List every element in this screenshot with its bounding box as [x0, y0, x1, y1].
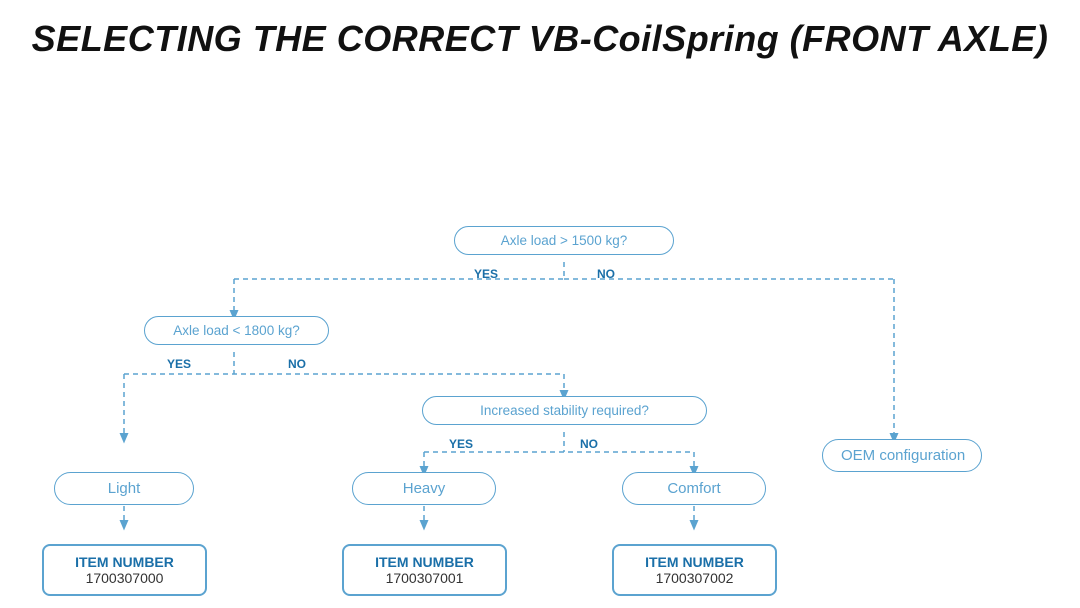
d1-no-label: NO	[597, 267, 615, 281]
item-label-1: ITEM NUMBER	[54, 554, 195, 570]
item-label-3: ITEM NUMBER	[624, 554, 765, 570]
d3-no-label: NO	[580, 437, 598, 451]
diagram: Axle load > 1500 kg? YES NO Axle load < …	[24, 84, 1056, 544]
page-title: SELECTING THE CORRECT VB-CoilSpring (FRO…	[24, 18, 1056, 60]
result-heavy: Heavy	[352, 472, 496, 505]
item-box-3: ITEM NUMBER 1700307002	[612, 544, 777, 596]
item-box-1: ITEM NUMBER 1700307000	[42, 544, 207, 596]
item-number-2: 1700307001	[354, 570, 495, 586]
page: SELECTING THE CORRECT VB-CoilSpring (FRO…	[0, 0, 1080, 608]
decision-2: Axle load < 1800 kg?	[144, 316, 329, 345]
item-label-2: ITEM NUMBER	[354, 554, 495, 570]
item-number-1: 1700307000	[54, 570, 195, 586]
result-comfort: Comfort	[622, 472, 766, 505]
result-oem: OEM configuration	[822, 439, 982, 472]
item-box-2: ITEM NUMBER 1700307001	[342, 544, 507, 596]
d1-yes-label: YES	[474, 267, 498, 281]
d3-yes-label: YES	[449, 437, 473, 451]
d2-no-label: NO	[288, 357, 306, 371]
decision-3: Increased stability required?	[422, 396, 707, 425]
result-light: Light	[54, 472, 194, 505]
decision-1: Axle load > 1500 kg?	[454, 226, 674, 255]
d2-yes-label: YES	[167, 357, 191, 371]
item-number-3: 1700307002	[624, 570, 765, 586]
